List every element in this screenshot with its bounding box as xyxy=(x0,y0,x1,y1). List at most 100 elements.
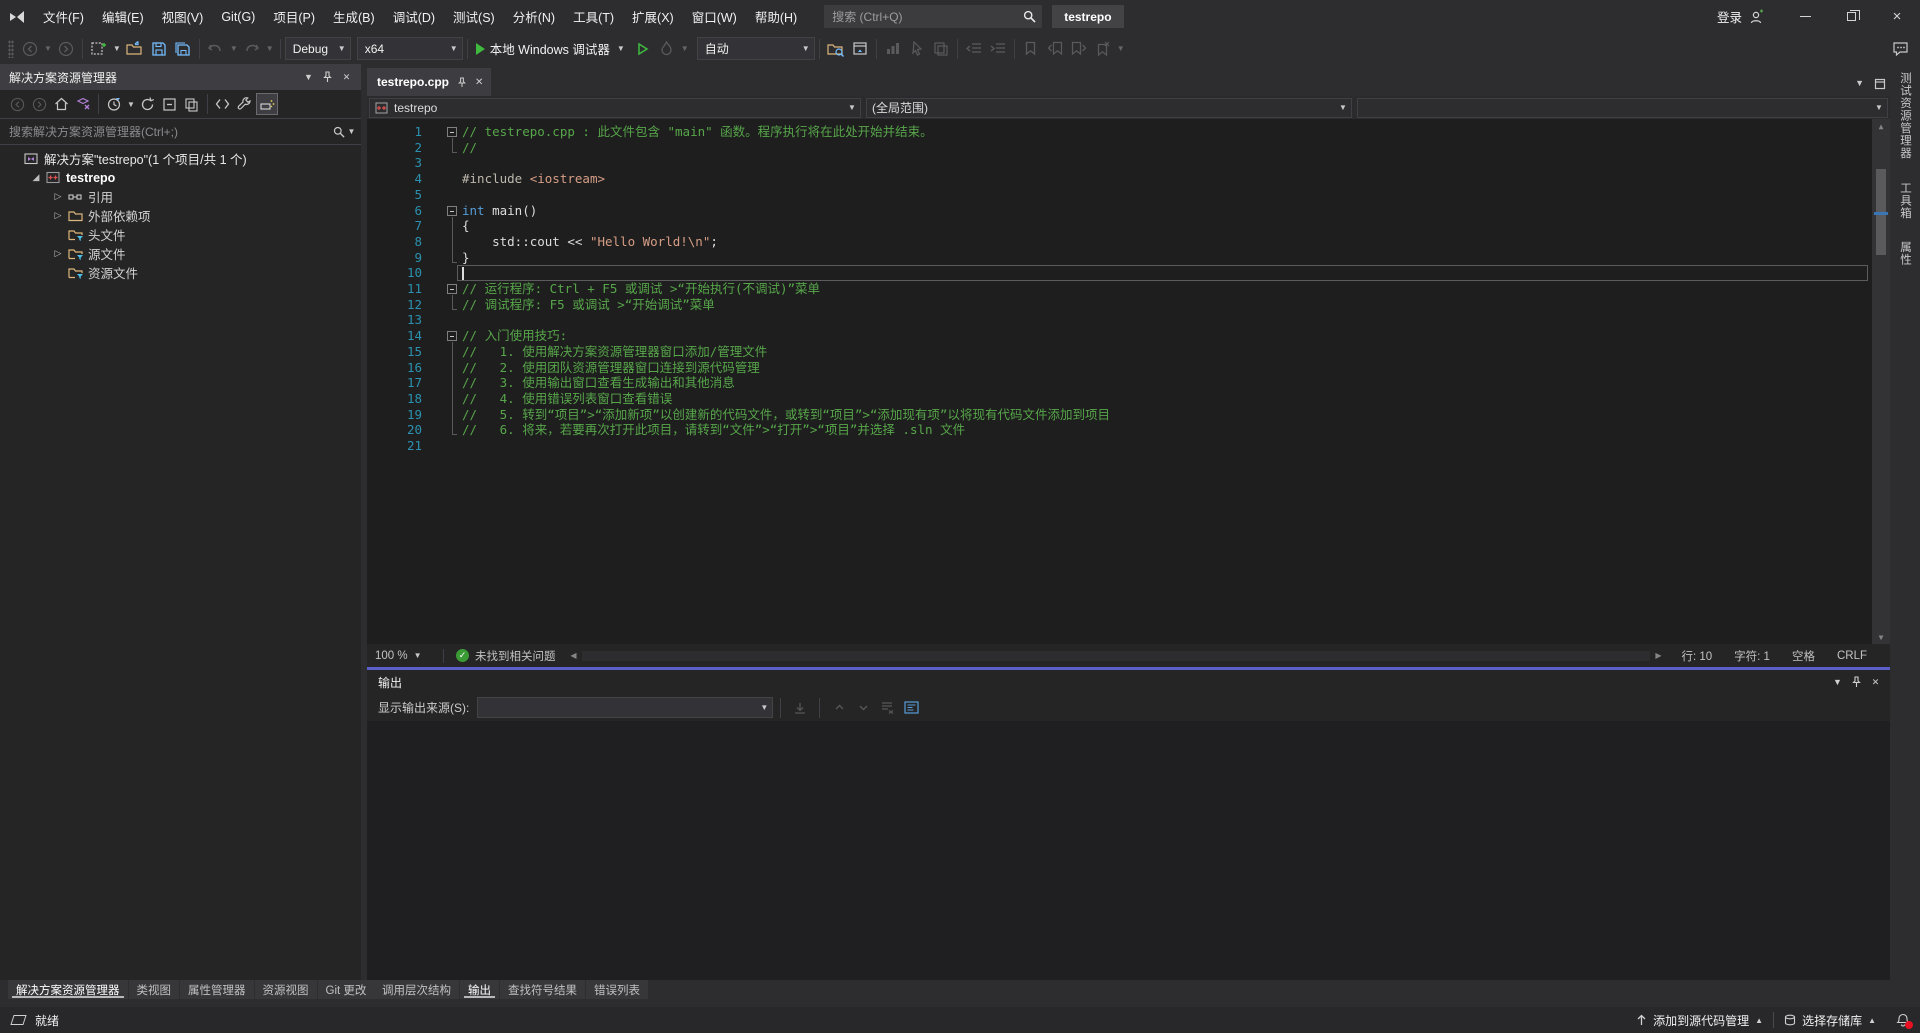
toggle-bookmark-icon[interactable] xyxy=(1019,37,1043,61)
menu-item-0[interactable]: 文件(F) xyxy=(34,0,93,33)
close-tab-icon[interactable]: ✕ xyxy=(475,77,483,88)
editor-horizontal-scrollbar[interactable]: ◀ ▶ xyxy=(566,644,1667,667)
add-to-source-control-button[interactable]: 添加到源代码管理 ▲ xyxy=(1626,1007,1773,1033)
code-line-20[interactable]: // 6. 将来，若要再次打开此项目，请转到“文件”>“打开”>“项目”并选择 … xyxy=(367,422,1870,438)
solution-platform-dropdown[interactable]: x64▼ xyxy=(357,37,463,60)
goto-next-message-icon[interactable] xyxy=(852,697,874,719)
navigate-back-dropdown-icon[interactable]: ▼ xyxy=(42,44,54,53)
code-line-7[interactable]: { xyxy=(367,218,1870,234)
find-message-icon[interactable] xyxy=(789,697,811,719)
autohide-tab-测试资源管理器[interactable]: 测试资源管理器 xyxy=(1897,72,1913,160)
previous-bookmark-icon[interactable] xyxy=(1043,37,1067,61)
member-scope-dropdown[interactable]: ▼ xyxy=(1357,98,1888,118)
menu-item-4[interactable]: 项目(P) xyxy=(264,0,324,33)
fold-collapse-icon[interactable] xyxy=(447,284,457,294)
code-line-10[interactable] xyxy=(367,265,1870,281)
navigate-back-button[interactable] xyxy=(18,37,42,61)
solution-explorer-header[interactable]: 解决方案资源管理器 ▼ ✕ xyxy=(0,64,361,90)
clear-bookmarks-icon[interactable] xyxy=(1091,37,1115,61)
fold-collapse-icon[interactable] xyxy=(447,127,457,137)
current-project-chip[interactable]: testrepo xyxy=(1052,5,1123,28)
code-line-15[interactable]: // 1. 使用解决方案资源管理器窗口添加/管理文件 xyxy=(367,344,1870,360)
switch-views-icon[interactable] xyxy=(72,93,94,115)
tree-item-引用[interactable]: ▷引用 xyxy=(0,187,361,206)
code-line-9[interactable]: } xyxy=(367,250,1870,266)
tree-item-源文件[interactable]: ▷源文件 xyxy=(0,244,361,263)
save-button[interactable] xyxy=(147,37,171,61)
output-content[interactable] xyxy=(367,721,1890,980)
clear-all-icon[interactable] xyxy=(876,697,898,719)
output-panel-header[interactable]: 输出 ▼ ✕ xyxy=(367,670,1890,694)
fold-collapse-icon[interactable] xyxy=(447,206,457,216)
output-pin-icon[interactable] xyxy=(1848,674,1865,691)
increase-indent-icon[interactable] xyxy=(986,37,1010,61)
window-position-dropdown-icon[interactable]: ▼ xyxy=(300,69,317,86)
code-line-19[interactable]: // 5. 转到“项目”>“添加新项”以创建新的代码文件，或转到“项目”>“添加… xyxy=(367,407,1870,423)
properties-wrench-icon[interactable] xyxy=(234,93,256,115)
home-icon[interactable] xyxy=(50,93,72,115)
output-source-dropdown[interactable]: ▼ xyxy=(477,697,773,718)
column-indicator[interactable]: 字符: 1 xyxy=(1723,648,1781,664)
panel-tab-查找符号结果[interactable]: 查找符号结果 xyxy=(500,980,586,999)
redo-dropdown-icon[interactable]: ▼ xyxy=(264,44,276,53)
panel-tab-输出[interactable]: 输出 xyxy=(460,980,500,999)
code-line-13[interactable] xyxy=(367,312,1870,328)
output-position-dropdown-icon[interactable]: ▼ xyxy=(1829,674,1846,691)
select-pointer-icon[interactable] xyxy=(905,37,929,61)
start-debugging-button[interactable]: 本地 Windows 调试器 ▼ xyxy=(472,37,631,61)
menu-item-12[interactable]: 帮助(H) xyxy=(746,0,806,33)
caret-expanded-icon[interactable]: ◢ xyxy=(28,172,44,183)
caret-collapsed-icon[interactable]: ▷ xyxy=(50,248,66,259)
code-line-4[interactable]: #include <iostream> xyxy=(367,171,1870,187)
panel-tab-属性管理器[interactable]: 属性管理器 xyxy=(180,980,255,999)
tree-item-外部依赖项[interactable]: ▷外部依赖项 xyxy=(0,206,361,225)
scroll-left-icon[interactable]: ◀ xyxy=(566,651,582,660)
menu-item-1[interactable]: 编辑(E) xyxy=(93,0,153,33)
scroll-right-icon[interactable]: ▶ xyxy=(1650,651,1666,660)
panel-tab-Git 更改[interactable]: Git 更改 xyxy=(318,980,376,999)
sign-in-button[interactable]: 登录 xyxy=(1717,7,1764,26)
hot-reload-dropdown-icon[interactable]: ▼ xyxy=(679,44,691,53)
filter-dropdown-icon[interactable]: ▼ xyxy=(125,100,137,109)
toolbar-grip[interactable] xyxy=(8,40,14,58)
code-line-21[interactable] xyxy=(367,438,1870,454)
panel-tab-解决方案资源管理器[interactable]: 解决方案资源管理器 xyxy=(8,980,129,999)
code-line-17[interactable]: // 3. 使用输出窗口查看生成输出和其他消息 xyxy=(367,375,1870,391)
caret-collapsed-icon[interactable]: ▷ xyxy=(50,210,66,221)
spaces-indicator[interactable]: 空格 xyxy=(1781,648,1826,664)
pending-changes-filter-icon[interactable] xyxy=(103,93,125,115)
fold-collapse-icon[interactable] xyxy=(447,331,457,341)
copy-reference-icon[interactable] xyxy=(929,37,953,61)
debug-target-dropdown-icon[interactable]: ▼ xyxy=(615,44,627,53)
float-window-icon[interactable] xyxy=(1874,78,1886,90)
code-line-6[interactable]: int main() xyxy=(367,203,1870,219)
code-editor[interactable]: 1// testrepo.cpp : 此文件包含 "main" 函数。程序执行将… xyxy=(367,119,1890,644)
project-scope-dropdown[interactable]: testrepo ▼ xyxy=(369,98,861,118)
horizontal-scroll-track[interactable] xyxy=(582,651,1651,661)
tree-item-资源文件[interactable]: 资源文件 xyxy=(0,263,361,282)
active-files-dropdown-icon[interactable]: ▼ xyxy=(1855,78,1864,90)
restore-button[interactable] xyxy=(1828,0,1874,33)
code-line-12[interactable]: // 调试程序: F5 或调试 >“开始调试”菜单 xyxy=(367,297,1870,313)
next-bookmark-icon[interactable] xyxy=(1067,37,1091,61)
autohide-tab-工具箱[interactable]: 工具箱 xyxy=(1897,182,1913,220)
menu-item-2[interactable]: 视图(V) xyxy=(153,0,213,33)
menu-item-6[interactable]: 调试(D) xyxy=(384,0,444,33)
solution-explorer-search[interactable]: 搜索解决方案资源管理器(Ctrl+;) ▼ xyxy=(0,119,361,145)
send-feedback-icon[interactable] xyxy=(1888,37,1912,61)
tree-item-头文件[interactable]: 头文件 xyxy=(0,225,361,244)
window-layout-icon[interactable] xyxy=(848,37,872,61)
code-line-18[interactable]: // 4. 使用错误列表窗口查看错误 xyxy=(367,391,1870,407)
redo-button[interactable] xyxy=(240,37,264,61)
panel-tab-错误列表[interactable]: 错误列表 xyxy=(586,980,649,999)
show-all-files-icon[interactable] xyxy=(181,93,203,115)
close-icon[interactable]: ✕ xyxy=(338,69,355,86)
code-line-14[interactable]: // 入门使用技巧: xyxy=(367,328,1870,344)
menu-item-11[interactable]: 窗口(W) xyxy=(683,0,746,33)
new-project-button[interactable] xyxy=(87,37,111,61)
toggle-word-wrap-icon[interactable] xyxy=(900,697,922,719)
find-in-files-icon[interactable] xyxy=(824,37,848,61)
menu-item-7[interactable]: 测试(S) xyxy=(444,0,504,33)
code-line-11[interactable]: // 运行程序: Ctrl + F5 或调试 >“开始执行(不调试)”菜单 xyxy=(367,281,1870,297)
panel-tab-类视图[interactable]: 类视图 xyxy=(129,980,181,999)
